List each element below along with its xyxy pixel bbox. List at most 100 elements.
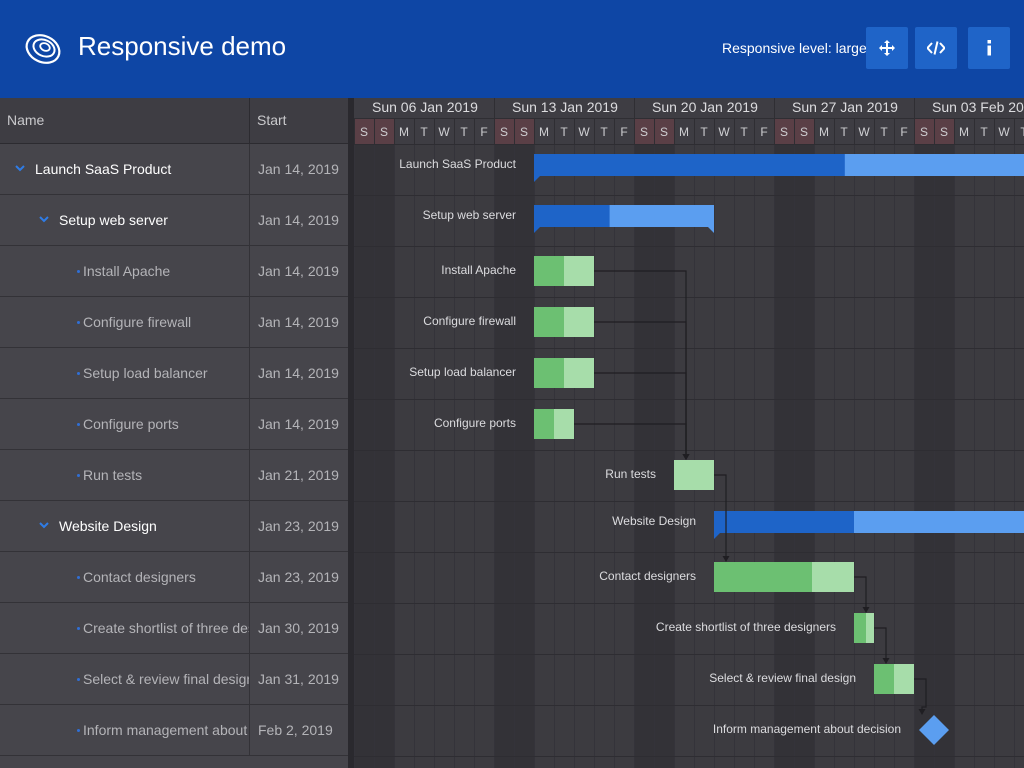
day-letter: M: [539, 125, 549, 139]
day-letter: T: [560, 125, 568, 139]
grid-row[interactable]: Contact designers Jan 23, 2019: [0, 552, 350, 603]
task-bar-label: Setup load balancer: [409, 365, 516, 379]
bullet-icon: [77, 372, 80, 375]
day-letter: S: [360, 125, 368, 139]
day-letter: M: [679, 125, 689, 139]
task-start-cell: Jan 23, 2019: [249, 501, 350, 551]
move-icon: [879, 40, 895, 56]
bullet-icon: [77, 321, 80, 324]
day-letter: T: [1020, 125, 1024, 139]
day-letter: W: [578, 125, 590, 139]
task-name-cell: Select & review final design: [83, 671, 249, 687]
day-column: [354, 144, 374, 768]
grid-row[interactable]: Run tests Jan 21, 2019: [0, 450, 350, 501]
day-letter: S: [800, 125, 808, 139]
move-button[interactable]: [866, 27, 908, 69]
task-bar-label: Create shortlist of three designers: [655, 620, 836, 634]
task-start-cell: Jan 14, 2019: [249, 195, 350, 245]
task-start-cell: Jan 14, 2019: [249, 297, 350, 347]
grid-row[interactable]: Setup load balancer Jan 14, 2019: [0, 348, 350, 399]
day-letter: S: [500, 125, 508, 139]
logo-icon: [25, 34, 61, 64]
day-column: [594, 144, 614, 768]
day-column: [914, 144, 934, 768]
task-start-cell: Jan 14, 2019: [249, 246, 350, 296]
week-label: Sun 13 Jan 2019: [512, 99, 618, 115]
bullet-icon: [77, 729, 80, 732]
grid-row[interactable]: Website Design Jan 23, 2019: [0, 501, 350, 552]
day-letter: T: [700, 125, 708, 139]
task-bar-label: Website Design: [612, 514, 696, 528]
grid-row[interactable]: Inform management about decisionFeb 2, 2…: [0, 705, 350, 756]
task-start-cell: Jan 23, 2019: [249, 552, 350, 602]
chevron-down-icon[interactable]: [39, 214, 49, 224]
task-start-cell: Jan 21, 2019: [249, 450, 350, 500]
day-letter: M: [399, 125, 409, 139]
task-bar-label: Contact designers: [599, 569, 696, 583]
day-letter: S: [940, 125, 948, 139]
task-bar-label: Select & review final design: [709, 671, 856, 685]
task-bar-label: Run tests: [605, 467, 656, 481]
task-start-cell: Feb 2, 2019: [249, 705, 350, 755]
day-letter: F: [480, 125, 487, 139]
week-label: Sun 06 Jan 2019: [372, 99, 478, 115]
column-divider: [249, 98, 250, 144]
task-start-cell: Jan 30, 2019: [249, 603, 350, 653]
task-bar-progress: [714, 562, 812, 592]
task-name-cell: Setup load balancer: [83, 365, 208, 381]
day-letter: M: [959, 125, 969, 139]
column-header-name[interactable]: Name: [7, 112, 44, 128]
grid-row[interactable]: Setup web server Jan 14, 2019: [0, 195, 350, 246]
task-name-cell: Configure ports: [83, 416, 179, 432]
code-icon: [927, 41, 945, 55]
day-letter: W: [998, 125, 1010, 139]
task-name-cell: Run tests: [83, 467, 143, 483]
day-column: [574, 144, 594, 768]
week-label: Sun 20 Jan 2019: [652, 99, 758, 115]
day-column: [394, 144, 414, 768]
info-button[interactable]: [968, 27, 1010, 69]
chevron-down-icon[interactable]: [39, 520, 49, 530]
day-column: [994, 144, 1014, 768]
day-letter: F: [900, 125, 907, 139]
schedule-panel: SSMTWTFSSMTWTFSSMTWTFSSMTWTFSSMTWT Sun 0…: [354, 98, 1024, 768]
day-letter: F: [760, 125, 767, 139]
summary-bar-progress: [534, 154, 845, 176]
grid-row[interactable]: Configure ports Jan 14, 2019: [0, 399, 350, 450]
task-bar-progress: [534, 307, 564, 337]
grid-row[interactable]: Launch SaaS Product Jan 14, 2019: [0, 144, 350, 195]
task-bar-label: Install Apache: [441, 263, 516, 277]
day-letter: T: [880, 125, 888, 139]
grid-row[interactable]: Select & review final design Jan 31, 2019: [0, 654, 350, 705]
day-column: [974, 144, 994, 768]
task-name-cell: Setup web server: [59, 212, 168, 228]
task-start-cell: Jan 14, 2019: [249, 348, 350, 398]
day-letter: M: [819, 125, 829, 139]
bullet-icon: [77, 423, 80, 426]
week-label: Sun 27 Jan 2019: [792, 99, 898, 115]
day-letter: W: [718, 125, 730, 139]
grid-row[interactable]: Configure firewall Jan 14, 2019: [0, 297, 350, 348]
day-letter: S: [920, 125, 928, 139]
day-letter: S: [380, 125, 388, 139]
bullet-icon: [77, 474, 80, 477]
day-column: [494, 144, 514, 768]
code-button[interactable]: [915, 27, 957, 69]
timeline-canvas: SSMTWTFSSMTWTFSSMTWTFSSMTWTFSSMTWT: [354, 98, 1024, 768]
grid-row[interactable]: Create shortlist of three designersJan 3…: [0, 603, 350, 654]
grid-row[interactable]: Install Apache Jan 14, 2019: [0, 246, 350, 297]
day-letter: T: [980, 125, 988, 139]
summary-bar-progress: [534, 205, 610, 227]
app-title: Responsive demo: [78, 31, 287, 61]
task-name-cell: Configure firewall: [83, 314, 192, 330]
week-label: Sun 03 Feb 2019: [932, 99, 1024, 115]
column-header-start[interactable]: Start: [257, 112, 287, 128]
bullet-icon: [77, 576, 80, 579]
task-name-cell: Website Design: [59, 518, 157, 534]
chevron-down-icon[interactable]: [15, 163, 25, 173]
task-bar[interactable]: [674, 460, 714, 490]
task-bar-label: Setup web server: [422, 208, 516, 222]
day-letter: F: [620, 125, 627, 139]
day-column: [1014, 144, 1024, 768]
day-column: [934, 144, 954, 768]
